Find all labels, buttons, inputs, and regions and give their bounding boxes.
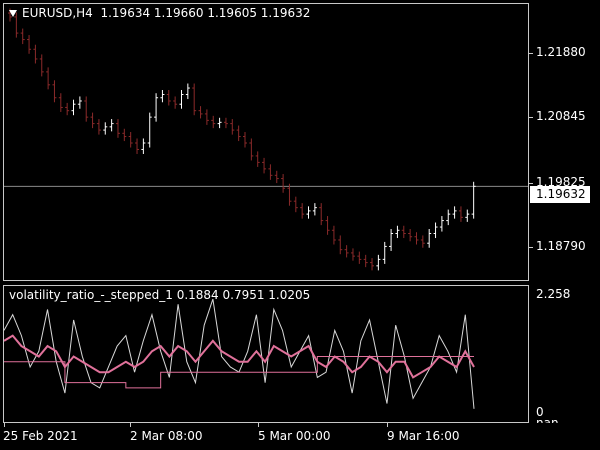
time-axis-label: 25 Feb 2021 bbox=[3, 429, 78, 443]
indicator-line-fast bbox=[4, 298, 475, 409]
indicator-values: 0.1884 0.7951 1.0205 bbox=[176, 288, 311, 302]
current-price-label: 1.19632 bbox=[530, 186, 590, 203]
indicator-axis-nan: nan bbox=[536, 416, 559, 423]
chart-menu-icon[interactable] bbox=[9, 10, 17, 17]
indicator-header: volatility_ratio_-_stepped_1 0.1884 0.79… bbox=[9, 288, 310, 302]
price-axis-label: 1.20845 bbox=[536, 109, 586, 123]
indicator-svg bbox=[4, 298, 475, 409]
symbol-timeframe: EURUSD,H4 bbox=[22, 6, 93, 20]
price-axis-tick bbox=[529, 53, 533, 54]
price-chart-pane[interactable]: EURUSD,H4 1.19634 1.19660 1.19605 1.1963… bbox=[3, 3, 529, 281]
time-axis-tick bbox=[387, 423, 388, 427]
time-axis-label: 5 Mar 00:00 bbox=[258, 429, 331, 443]
time-axis-tick bbox=[258, 423, 259, 427]
price-axis-label: 1.21880 bbox=[536, 45, 586, 59]
time-axis-label: 2 Mar 08:00 bbox=[130, 429, 203, 443]
price-axis-tick bbox=[529, 183, 533, 184]
ohlc-values: 1.19634 1.19660 1.19605 1.19632 bbox=[100, 6, 311, 20]
time-axis-label: 9 Mar 16:00 bbox=[387, 429, 460, 443]
price-axis-label: 1.18790 bbox=[536, 239, 586, 253]
price-chart-svg bbox=[4, 8, 528, 271]
price-axis-tick bbox=[529, 117, 533, 118]
time-axis-tick bbox=[4, 423, 5, 427]
chart-header: EURUSD,H4 1.19634 1.19660 1.19605 1.1963… bbox=[9, 6, 310, 20]
indicator-name: volatility_ratio_-_stepped_1 bbox=[9, 288, 173, 302]
indicator-pane[interactable]: volatility_ratio_-_stepped_1 0.1884 0.79… bbox=[3, 285, 529, 423]
price-axis-tick bbox=[529, 247, 533, 248]
indicator-axis-max: 2.258 bbox=[536, 287, 571, 301]
time-axis-tick bbox=[130, 423, 131, 427]
